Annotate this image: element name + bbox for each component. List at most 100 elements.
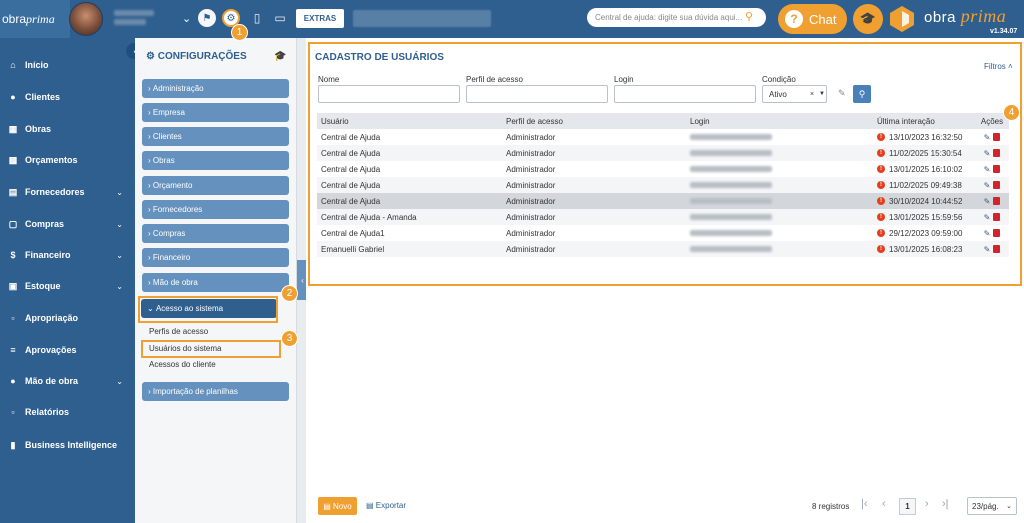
current-page[interactable]: 1 [899, 498, 916, 515]
pencil-icon[interactable]: ✎ [984, 149, 991, 158]
extras-button[interactable]: EXTRAS [296, 9, 344, 28]
config-section-m-o-de-obra[interactable]: › Mão de obra [142, 273, 289, 292]
interaction-date: 13/01/2025 15:59:56 [889, 212, 963, 222]
prev-page-icon[interactable]: ‹ [882, 498, 886, 510]
cell-perfil: Administrador [506, 244, 556, 254]
config-section-importacao[interactable]: › Importação de planilhas [142, 382, 289, 401]
trash-icon[interactable] [993, 197, 1001, 205]
search-button[interactable]: ⚲ [853, 85, 871, 103]
interaction-date: 11/02/2025 09:49:38 [889, 180, 962, 190]
trash-icon[interactable] [993, 165, 1001, 173]
table-row[interactable]: Central de Ajuda Administrador! 30/10/2024… [317, 193, 1009, 209]
config-section-administra-o[interactable]: › Administração [142, 79, 289, 98]
table-row[interactable]: Central de Ajuda Administrador! 11/02/2025… [317, 177, 1009, 193]
col-ultima-interacao[interactable]: Última interação [873, 113, 971, 129]
gear-icon: ⚙ [146, 51, 155, 62]
pencil-icon[interactable]: ✎ [984, 165, 991, 174]
building-icon: ▦ [8, 123, 18, 134]
monitor-icon[interactable]: ▭ [271, 9, 289, 27]
config-section-label: Fornecedores [152, 205, 203, 214]
workers-icon: ● [10, 376, 16, 386]
config-sub-perfis-de-acesso[interactable]: Perfis de acesso [149, 327, 208, 336]
sidebar-item-obras[interactable]: ▦ Obras [0, 119, 135, 139]
trash-icon[interactable] [993, 229, 1001, 237]
sidebar-item-estoque[interactable]: ▣ Estoque ⌄ [0, 276, 135, 296]
col-perfil[interactable]: Perfil de acesso [502, 113, 686, 129]
novo-button[interactable]: ▤ Novo [318, 497, 357, 515]
sidebar-item-clientes[interactable]: ● Clientes [0, 87, 135, 107]
sidebar-item-business-intelligence[interactable]: ▮ Business Intelligence [0, 435, 135, 455]
col-usuario[interactable]: Usuário [317, 113, 502, 129]
sidebar-item-in-cio[interactable]: ⌂ Início [0, 55, 135, 75]
cell-ultima-interacao: ! 11/02/2025 15:30:54 [873, 145, 971, 161]
config-section-label: Compras [152, 229, 186, 238]
per-page-select[interactable]: 23/pág. ⌄ [967, 497, 1017, 515]
perfil-input[interactable] [466, 85, 608, 103]
sidebar-item-compras[interactable]: ▢ Compras ⌄ [0, 214, 135, 234]
eraser-icon[interactable]: ✎ [838, 88, 846, 99]
sidebar-item-or-amentos[interactable]: ▩ Orçamentos [0, 150, 135, 170]
sidebar-item-m-o-de-obra[interactable]: ● Mão de obra ⌄ [0, 371, 135, 391]
last-page-icon[interactable]: ›| [942, 498, 949, 510]
chat-label: Chat [809, 11, 837, 27]
cell-ultima-interacao: ! 13/01/2025 16:08:23 [873, 241, 971, 257]
login-input[interactable] [614, 85, 756, 103]
pencil-icon[interactable]: ✎ [984, 213, 991, 222]
sidebar-item-apropria-o[interactable]: ▫ Apropriação [0, 308, 135, 328]
sidebar-item-fornecedores[interactable]: ▤ Fornecedores ⌄ [0, 182, 135, 202]
cell-login [686, 225, 873, 241]
nome-input[interactable] [318, 85, 460, 103]
mobile-icon[interactable]: ▯ [248, 9, 266, 27]
avatar[interactable] [69, 2, 103, 36]
config-section-fornecedores[interactable]: › Fornecedores [142, 200, 289, 219]
first-page-icon[interactable]: |‹ [861, 498, 868, 510]
graduation-cap-icon[interactable]: 🎓 [853, 4, 883, 34]
sidebar-item-aprova-es[interactable]: ≡ Aprovações [0, 340, 135, 360]
pencil-icon[interactable]: ✎ [984, 229, 991, 238]
app-logo[interactable]: obraprima [0, 0, 70, 38]
clear-icon[interactable]: × [810, 91, 814, 98]
chevron-down-icon[interactable]: ⌄ [182, 12, 191, 25]
trash-icon[interactable] [993, 245, 1001, 253]
help-search-input[interactable]: Central de ajuda: digite sua dúvida aqui… [587, 8, 766, 27]
config-section-financeiro[interactable]: › Financeiro [142, 248, 289, 267]
trash-icon[interactable] [993, 133, 1001, 141]
pencil-icon[interactable]: ✎ [984, 197, 991, 206]
pencil-icon[interactable]: ✎ [984, 245, 991, 254]
pencil-icon[interactable]: ✎ [984, 133, 991, 142]
trash-icon[interactable] [993, 181, 1001, 189]
flag-icon[interactable]: ⚑ [198, 9, 216, 27]
trash-icon[interactable] [993, 149, 1001, 157]
exportar-button[interactable]: ▤ Exportar [366, 501, 406, 510]
trash-icon[interactable] [993, 213, 1001, 221]
logo-text: obraprima [2, 11, 55, 26]
sidebar-item-relat-rios[interactable]: ▫ Relatórios [0, 402, 135, 422]
sidebar-item-financeiro[interactable]: $ Financeiro ⌄ [0, 245, 135, 265]
cell-ultima-interacao: ! 30/10/2024 10:44:52 [873, 193, 971, 209]
config-section-empresa[interactable]: › Empresa [142, 103, 289, 122]
filters-toggle[interactable]: Filtros ˄ [984, 62, 1013, 71]
config-section-or-amento[interactable]: › Orçamento [142, 176, 289, 195]
config-section-obras[interactable]: › Obras [142, 151, 289, 170]
version-label: v1.34.07 [990, 28, 1018, 35]
config-sub-acessos-do-cliente[interactable]: Acessos do cliente [149, 360, 216, 369]
table-row[interactable]: Central de Ajuda Administrador! 13/01/2025… [317, 161, 1009, 177]
config-section-compras[interactable]: › Compras [142, 224, 289, 243]
table-row[interactable]: Emanuelli Gabriel Administrador! 13/01/202… [317, 241, 1009, 257]
chevron-down-icon: ⌄ [116, 250, 123, 260]
chat-button[interactable]: ? Chat [778, 4, 847, 34]
col-login[interactable]: Login [686, 113, 873, 129]
table-row[interactable]: Central de Ajuda - Amanda Administrador! 1… [317, 209, 1009, 225]
table-row[interactable]: Central de Ajuda Administrador! 11/02/2025… [317, 145, 1009, 161]
alert-icon: ! [877, 181, 885, 189]
graduation-cap-icon[interactable]: 🎓 [274, 51, 286, 62]
nome-label: Nome [318, 75, 340, 84]
next-page-icon[interactable]: › [925, 498, 929, 510]
table-row[interactable]: Central de Ajuda1 Administrador! 29/12/202… [317, 225, 1009, 241]
config-section-label: Financeiro [152, 253, 191, 262]
pencil-icon[interactable]: ✎ [984, 181, 991, 190]
condicao-select[interactable]: Ativo × ▼ [762, 85, 827, 103]
config-section-clientes[interactable]: › Clientes [142, 127, 289, 146]
search-icon[interactable]: ⚲ [745, 10, 753, 23]
table-row[interactable]: Central de Ajuda Administrador! 13/10/2023… [317, 129, 1009, 145]
